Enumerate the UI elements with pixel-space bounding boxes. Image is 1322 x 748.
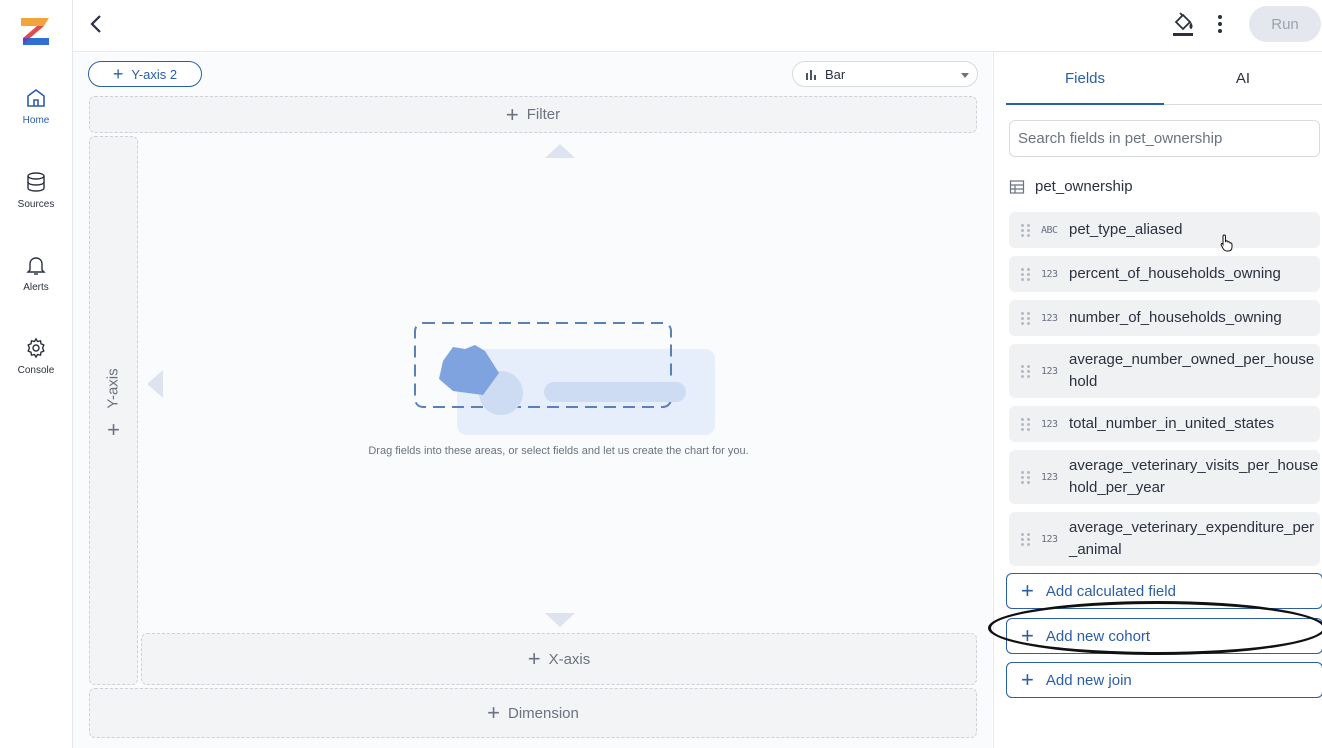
nav-label-console: Console xyxy=(17,365,55,376)
filter-dropzone[interactable]: + Filter xyxy=(89,96,977,133)
field-name: percent_of_households_owning xyxy=(1069,265,1281,282)
field-type-badge: 123 xyxy=(1041,471,1058,483)
tab-ai[interactable]: AI xyxy=(1164,53,1322,105)
field-name: pet_type_aliased xyxy=(1069,221,1183,238)
field-item[interactable]: 123 total_number_in_united_states xyxy=(1009,406,1320,442)
add-new-join-button[interactable]: + Add new join xyxy=(1006,662,1322,698)
add-calculated-field-button[interactable]: + Add calculated field xyxy=(1006,573,1322,609)
chart-type-select[interactable]: Bar xyxy=(792,61,978,87)
paint-bucket-icon[interactable] xyxy=(1171,10,1195,38)
plus-icon: + xyxy=(1021,667,1034,692)
drag-illustration xyxy=(414,322,715,435)
field-type-badge: ABC xyxy=(1041,224,1058,236)
field-item[interactable]: ABC pet_type_aliased xyxy=(1009,212,1320,248)
drag-handle-icon[interactable] xyxy=(1021,364,1030,378)
drop-arrow-up-icon xyxy=(545,144,575,158)
field-type-badge: 123 xyxy=(1041,268,1058,280)
run-button[interactable]: Run xyxy=(1249,6,1321,42)
gear-icon xyxy=(27,337,45,359)
empty-state-hint: Drag fields into these areas, or select … xyxy=(368,445,749,457)
nav-label-sources: Sources xyxy=(17,199,55,210)
bar-chart-icon xyxy=(806,70,816,80)
fields-panel: Fields AI pet_ownership ABC pet_type_ali… xyxy=(993,53,1322,748)
left-nav: Home Sources Alerts Console xyxy=(0,0,73,748)
table-name: pet_ownership xyxy=(1035,178,1133,195)
hand-cursor-icon xyxy=(1220,234,1233,252)
plus-icon: + xyxy=(107,417,120,442)
chevron-down-icon xyxy=(961,73,969,78)
x-axis-dropzone[interactable]: + X-axis xyxy=(141,633,977,685)
add-y-axis-2-button[interactable]: + Y-axis 2 xyxy=(88,61,202,87)
field-item[interactable]: 123 average_veterinary_visits_per_househ… xyxy=(1009,450,1320,504)
home-icon xyxy=(27,89,45,107)
field-item[interactable]: 123 number_of_households_owning xyxy=(1009,300,1320,336)
top-bar: Run xyxy=(73,0,1322,52)
y-axis-label: Y-axis xyxy=(105,368,122,409)
nav-label-alerts: Alerts xyxy=(23,282,49,293)
field-item[interactable]: 123 average_veterinary_expenditure_per_a… xyxy=(1009,512,1320,566)
drag-handle-icon[interactable] xyxy=(1021,311,1030,325)
drop-arrow-down-icon xyxy=(545,613,575,627)
nav-label-home: Home xyxy=(22,115,50,126)
plus-icon: + xyxy=(487,700,500,725)
plus-icon: + xyxy=(505,101,519,127)
add-new-cohort-button[interactable]: + Add new cohort xyxy=(1006,618,1322,654)
add-calculated-field-label: Add calculated field xyxy=(1045,582,1176,600)
drag-handle-icon[interactable] xyxy=(1021,267,1030,281)
nav-item-home[interactable]: Home xyxy=(0,86,72,146)
back-arrow-icon[interactable] xyxy=(85,12,107,36)
search-fields-input[interactable] xyxy=(1009,120,1320,157)
add-new-join-label: Add new join xyxy=(1045,671,1132,689)
drop-arrow-left-icon xyxy=(147,370,163,398)
field-type-badge: 123 xyxy=(1041,533,1058,545)
field-type-badge: 123 xyxy=(1041,365,1058,377)
nav-item-alerts[interactable]: Alerts xyxy=(0,253,72,313)
chart-type-value: Bar xyxy=(825,66,846,82)
add-new-cohort-label: Add new cohort xyxy=(1045,627,1151,645)
x-axis-label: X-axis xyxy=(548,650,591,668)
y-axis-2-label: Y-axis 2 xyxy=(131,66,178,82)
dimension-label: Dimension xyxy=(507,704,579,722)
field-item[interactable]: 123 average_number_owned_per_household xyxy=(1009,344,1320,398)
field-type-badge: 123 xyxy=(1041,312,1058,324)
table-header[interactable]: pet_ownership xyxy=(1009,178,1133,195)
plus-icon: + xyxy=(527,646,541,671)
drag-handle-icon[interactable] xyxy=(1021,532,1030,546)
app-logo[interactable] xyxy=(18,14,52,48)
nav-item-console[interactable]: Console xyxy=(0,336,72,396)
field-name: total_number_in_united_states xyxy=(1069,415,1275,432)
table-icon xyxy=(1009,179,1025,194)
nav-item-sources[interactable]: Sources xyxy=(0,170,72,230)
drag-handle-icon[interactable] xyxy=(1021,223,1030,237)
database-icon xyxy=(27,172,45,192)
tab-fields[interactable]: Fields xyxy=(1006,53,1164,105)
field-name: average_veterinary_expenditure_per_anima… xyxy=(1069,519,1315,558)
plus-icon: + xyxy=(1021,578,1034,603)
field-name: average_number_owned_per_household xyxy=(1069,351,1315,390)
drag-handle-icon[interactable] xyxy=(1021,470,1030,484)
y-axis-dropzone[interactable]: Y-axis + xyxy=(89,136,138,685)
more-options-icon[interactable] xyxy=(1213,12,1227,36)
field-name: average_veterinary_visits_per_household_… xyxy=(1069,457,1319,496)
filter-label: Filter xyxy=(526,106,561,123)
field-name: number_of_households_owning xyxy=(1069,309,1282,326)
field-item[interactable]: 123 percent_of_households_owning xyxy=(1009,256,1320,292)
field-type-badge: 123 xyxy=(1041,418,1058,430)
dimension-dropzone[interactable]: + Dimension xyxy=(89,688,977,738)
plus-icon: + xyxy=(112,64,124,84)
chart-builder: + Y-axis 2 Bar + Filter Y-axis + Drag fi… xyxy=(73,53,992,748)
drag-handle-icon[interactable] xyxy=(1021,417,1030,431)
plus-icon: + xyxy=(1021,623,1034,648)
bell-icon xyxy=(26,257,46,275)
